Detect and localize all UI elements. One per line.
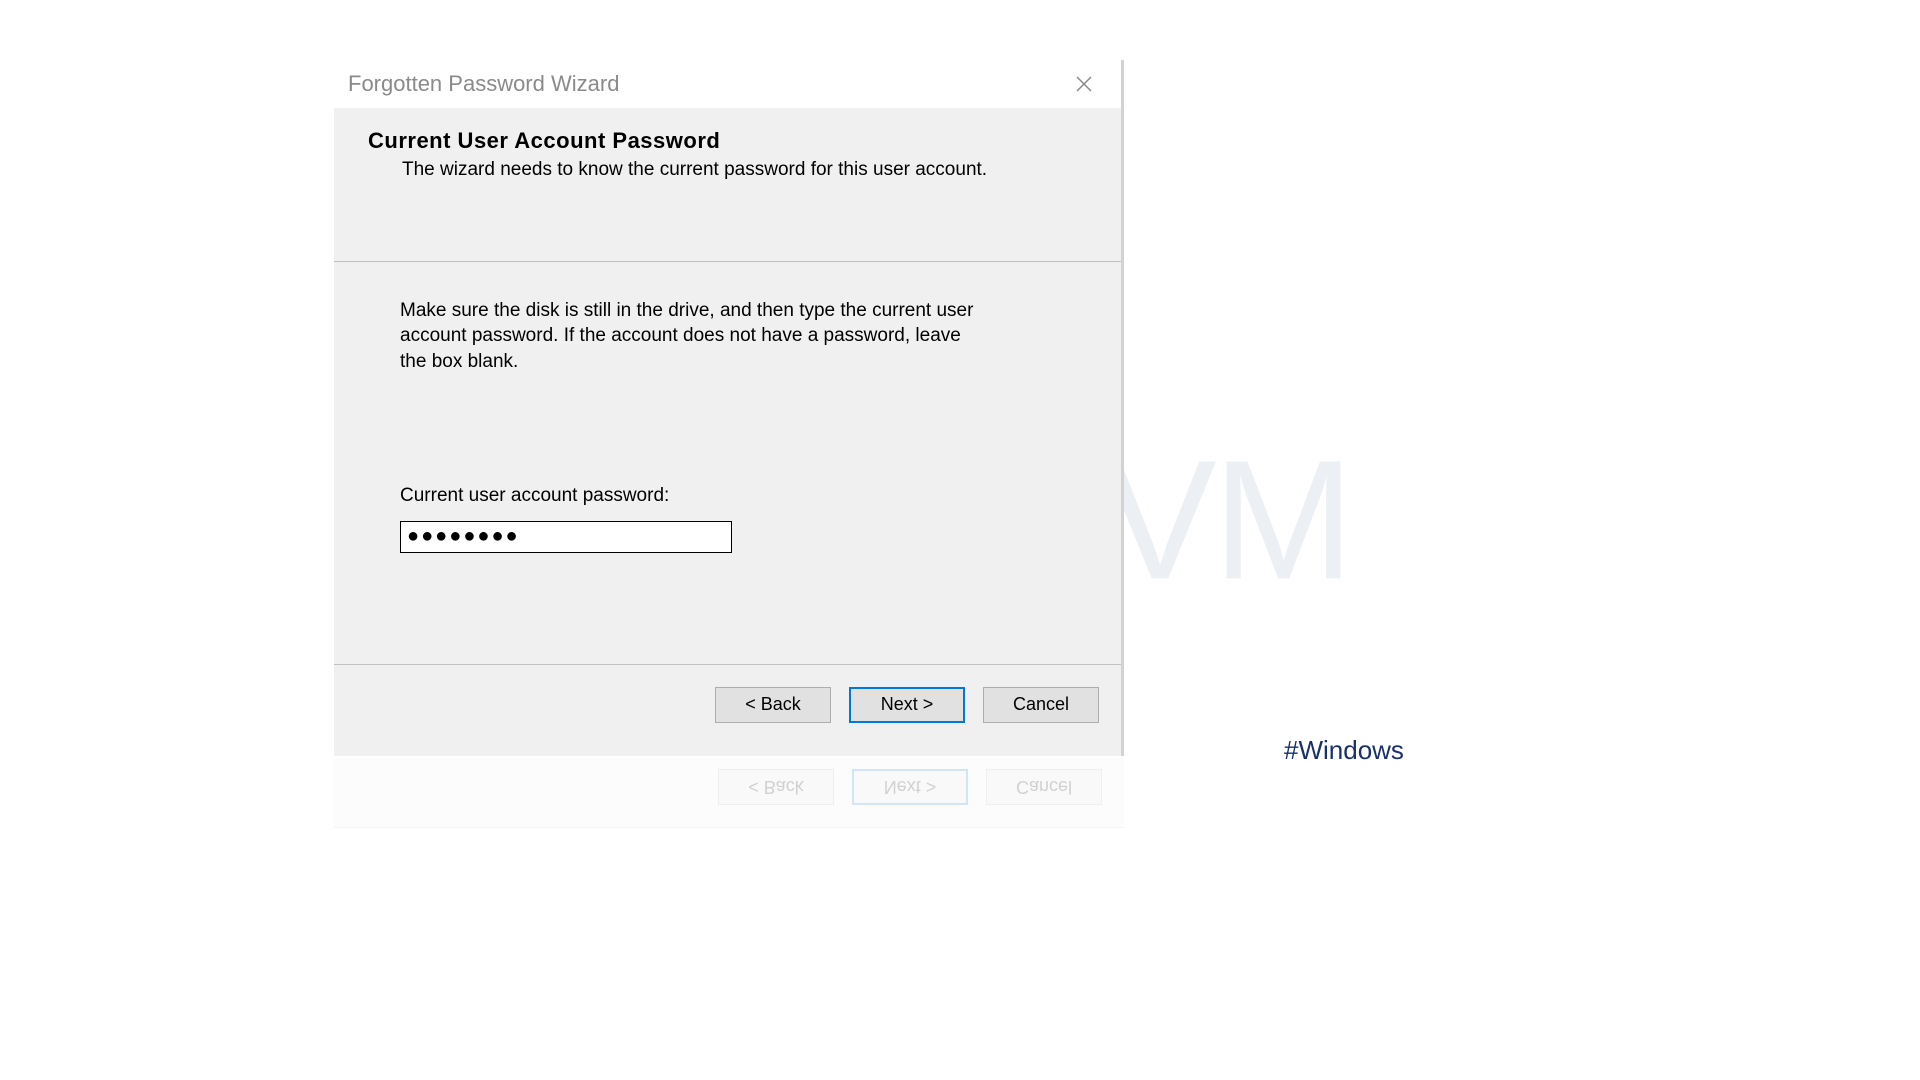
reflection-next: Next > [852, 769, 968, 805]
header-panel: Current User Account Password The wizard… [334, 108, 1121, 262]
wizard-dialog: Forgotten Password Wizard Current User A… [334, 60, 1124, 756]
password-input[interactable] [400, 521, 732, 553]
back-button[interactable]: < Back [715, 687, 831, 723]
close-icon [1076, 76, 1092, 92]
titlebar: Forgotten Password Wizard [334, 60, 1121, 108]
close-button[interactable] [1061, 68, 1107, 100]
button-bar: < Back Next > Cancel [334, 664, 1121, 723]
content-panel: Make sure the disk is still in the drive… [334, 262, 1121, 664]
instruction-text: Make sure the disk is still in the drive… [400, 298, 980, 375]
cancel-button[interactable]: Cancel [983, 687, 1099, 723]
window-title: Forgotten Password Wizard [348, 71, 619, 97]
password-field-label: Current user account password: [400, 485, 1055, 507]
page-subtitle: The wizard needs to know the current pas… [368, 158, 1087, 183]
next-button[interactable]: Next > [849, 687, 965, 723]
reflection-back: < Back [718, 769, 834, 805]
hashtag-label: #Windows [1284, 735, 1404, 766]
page-title: Current User Account Password [368, 128, 1087, 154]
dialog-reflection: < Back Next > Cancel [334, 758, 1124, 828]
reflection-cancel: Cancel [986, 769, 1102, 805]
